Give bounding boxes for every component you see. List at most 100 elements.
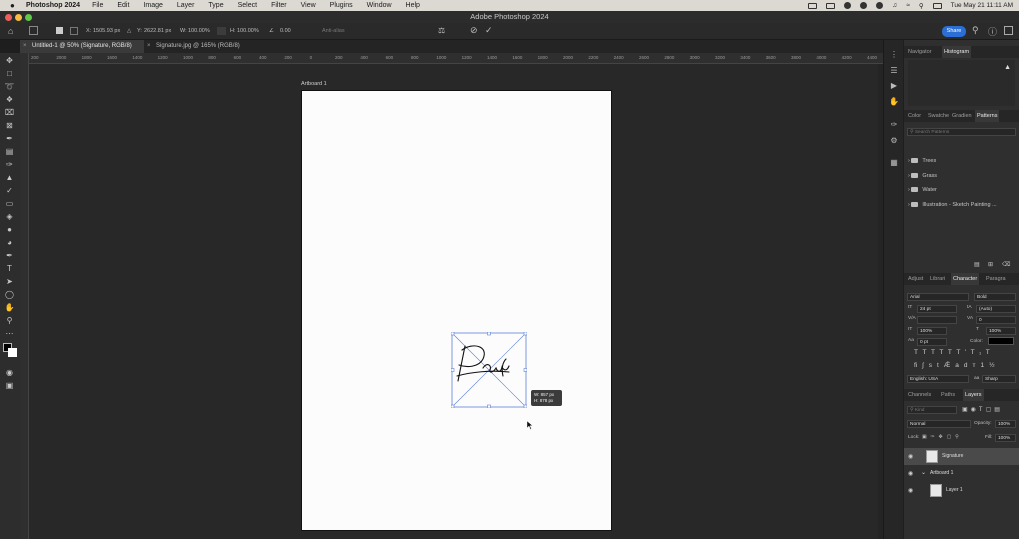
delete-icon[interactable]: ⌫: [1002, 261, 1010, 268]
hdr-icon[interactable]: [826, 2, 836, 9]
close-tab-icon[interactable]: ×: [23, 40, 27, 53]
wifi-icon[interactable]: ≈: [906, 2, 910, 9]
status-icon[interactable]: [860, 2, 868, 9]
paint-bucket-icon[interactable]: ◈: [4, 211, 15, 222]
pattern-group-illustration[interactable]: › Illustration - Sketch Painting ...: [908, 202, 1019, 208]
w-field[interactable]: 100.00%: [188, 28, 210, 34]
warp-icon[interactable]: ⚖: [438, 26, 445, 35]
hand-tool-icon[interactable]: ✋: [4, 302, 15, 313]
headphones-icon[interactable]: ♫: [892, 2, 897, 9]
frame-tool-icon[interactable]: ⊠: [4, 120, 15, 131]
opacity-field[interactable]: 100%: [995, 420, 1016, 428]
eye-icon[interactable]: ◉: [908, 487, 913, 494]
menu-layer[interactable]: Layer: [177, 2, 195, 9]
vertical-ruler[interactable]: [20, 53, 29, 539]
eraser-tool-icon[interactable]: ▭: [4, 198, 15, 209]
creative-cloud-icon[interactable]: [844, 2, 852, 9]
apple-logo-icon[interactable]: ●: [10, 1, 18, 10]
reference-point-checkbox[interactable]: [56, 27, 63, 34]
fill-field[interactable]: 100%: [995, 434, 1016, 442]
dodge-tool-icon[interactable]: ◕: [4, 237, 15, 248]
menu-file[interactable]: File: [92, 2, 103, 9]
tab-swatches[interactable]: Swatche: [928, 110, 949, 122]
artboard[interactable]: [301, 90, 612, 531]
tab-untitled[interactable]: × Untitled-1 @ 50% (Signature, RGB/8): [20, 40, 144, 53]
tab-libraries[interactable]: Librari: [930, 273, 945, 285]
tab-adjustments[interactable]: Adjust: [908, 273, 923, 285]
new-group-icon[interactable]: ▤: [974, 261, 980, 268]
link-icon[interactable]: [217, 27, 226, 35]
workspace-icon[interactable]: [1004, 26, 1013, 35]
pen-tool-icon[interactable]: ✒: [4, 250, 15, 261]
type-style-buttons[interactable]: TTTTTT'T₁T: [914, 349, 994, 356]
close-tab-icon[interactable]: ×: [147, 40, 151, 53]
screen-mode-icon[interactable]: ▣: [4, 380, 15, 391]
path-selection-icon[interactable]: ➤: [4, 276, 15, 287]
h-field[interactable]: 100.00%: [237, 28, 259, 34]
tab-signature[interactable]: × Signature.jpg @ 165% (RGB/8): [144, 40, 264, 53]
crop-tool-icon[interactable]: ⌧: [4, 107, 15, 118]
layer-row-artboard[interactable]: ◉ ⌄ Artboard 1: [904, 465, 1019, 482]
eye-icon[interactable]: ◉: [908, 453, 913, 460]
transform-handle[interactable]: [451, 368, 455, 372]
eyedropper-icon[interactable]: ✒: [4, 133, 15, 144]
tab-navigator[interactable]: Navigator: [908, 46, 932, 58]
layer-filter-kind[interactable]: ⚲ Kind: [907, 406, 957, 414]
tab-character[interactable]: Character: [951, 273, 980, 285]
warning-icon[interactable]: ▲: [1004, 64, 1011, 71]
transform-handle[interactable]: [487, 332, 491, 336]
transform-handle[interactable]: [523, 368, 527, 372]
more-tools-icon[interactable]: ⋯: [4, 328, 15, 339]
dock-tab-icon[interactable]: ⋮: [889, 50, 899, 60]
screen-record-icon[interactable]: [808, 2, 818, 9]
horizontal-ruler[interactable]: 200 2000 1800 1600 1400 1200 1000 800 600 400 200 0…: [29, 53, 883, 64]
menu-filter[interactable]: Filter: [271, 2, 287, 9]
zoom-tool-icon[interactable]: ⚲: [4, 315, 15, 326]
cancel-transform-icon[interactable]: ⊘: [470, 25, 478, 36]
artboard-label[interactable]: Artboard 1: [301, 81, 327, 87]
chevron-down-icon[interactable]: ⌄: [921, 469, 926, 476]
quick-mask-icon[interactable]: ◉: [4, 367, 15, 378]
history-brush-icon[interactable]: ✓: [4, 185, 15, 196]
clock-text[interactable]: Tue May 21 11:11 AM: [951, 2, 1013, 9]
type-tool-icon[interactable]: T: [4, 263, 15, 274]
blend-mode-select[interactable]: Normal: [907, 420, 971, 428]
tab-channels[interactable]: Channels: [908, 389, 931, 401]
lock-buttons[interactable]: ▣✑✥▢⚲: [922, 435, 963, 440]
menu-view[interactable]: View: [301, 2, 316, 9]
y-field[interactable]: 2622.81 px: [144, 28, 171, 34]
menu-window[interactable]: Window: [367, 2, 392, 9]
menu-type[interactable]: Type: [208, 2, 223, 9]
x-field[interactable]: 1505.93 px: [93, 28, 120, 34]
tracking-field[interactable]: 0: [976, 316, 1016, 324]
tab-paths[interactable]: Paths: [941, 389, 955, 401]
move-tool-icon[interactable]: ✥: [4, 55, 15, 66]
quick-selection-icon[interactable]: ❖: [4, 94, 15, 105]
spotlight-search-icon[interactable]: ⚲: [919, 2, 924, 10]
glyphs-icon[interactable]: ▦: [889, 158, 899, 168]
transform-bounding-box[interactable]: [451, 332, 527, 408]
eye-icon[interactable]: ◉: [908, 470, 913, 477]
properties-icon[interactable]: ☰: [889, 66, 899, 76]
layer-row-layer1[interactable]: ◉ Layer 1: [904, 482, 1019, 499]
menu-select[interactable]: Select: [238, 2, 257, 9]
kerning-field[interactable]: [917, 316, 957, 324]
new-pattern-icon[interactable]: ⊞: [988, 261, 993, 268]
adjustments-icon[interactable]: ⚙: [889, 136, 899, 146]
delta-icon[interactable]: △: [127, 28, 131, 34]
tab-layers[interactable]: Layers: [963, 389, 984, 401]
pattern-group-water[interactable]: › Water: [908, 187, 1019, 193]
leading-field[interactable]: (Auto): [976, 305, 1016, 313]
transform-handle[interactable]: [451, 332, 455, 336]
horizontal-scale-field[interactable]: 100%: [986, 327, 1016, 335]
patterns-search-input[interactable]: ⚲ Search Patterns: [907, 128, 1016, 136]
home-icon[interactable]: ⌂: [8, 26, 13, 36]
tab-color[interactable]: Color: [908, 110, 921, 122]
baseline-shift-field[interactable]: 0 pt: [917, 338, 947, 346]
hand-icon[interactable]: ✋: [889, 97, 899, 107]
tab-gradients[interactable]: Gradien: [952, 110, 972, 122]
antialias-select[interactable]: Sharp: [982, 375, 1016, 383]
app-name-menu[interactable]: Photoshop 2024: [26, 2, 80, 9]
font-style-select[interactable]: Bold: [974, 293, 1016, 301]
tab-histogram[interactable]: Histogram: [942, 46, 972, 58]
